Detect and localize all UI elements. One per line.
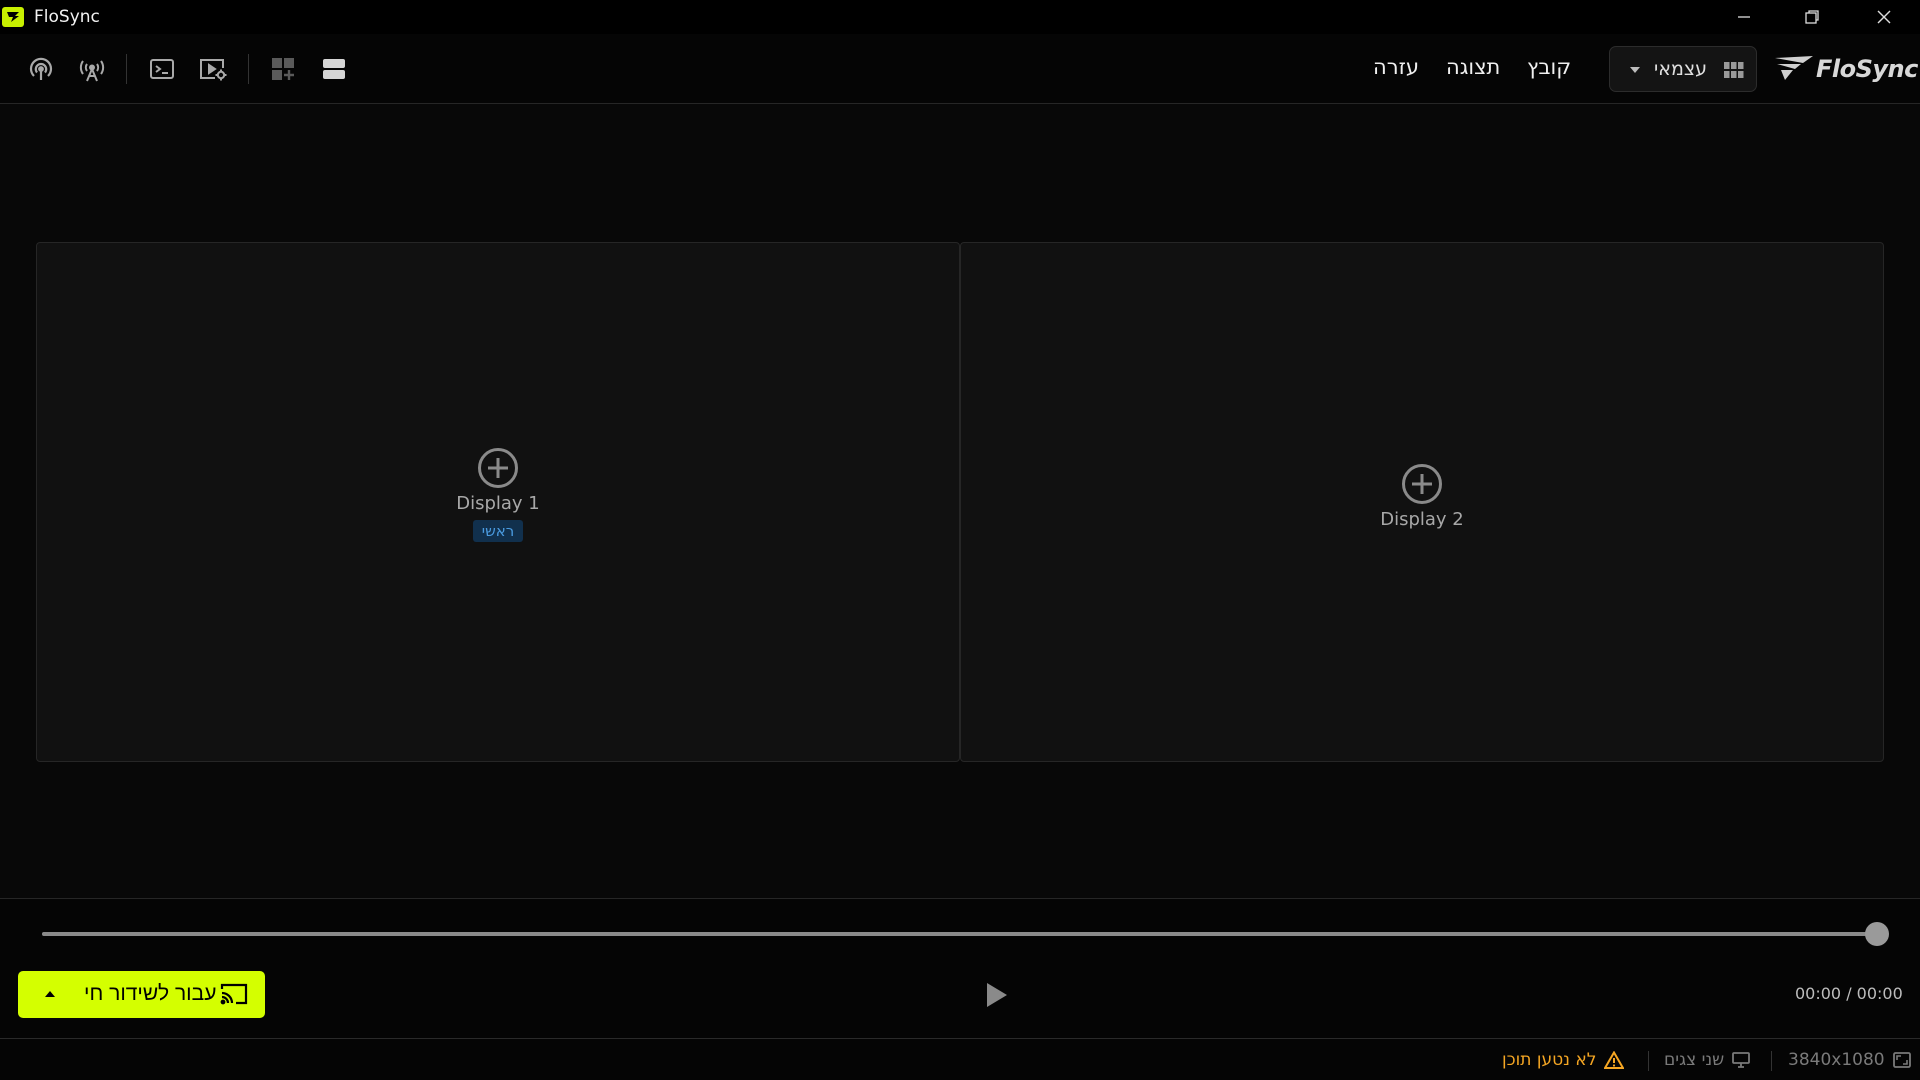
podcast-button[interactable]: [24, 52, 58, 86]
toolbar-divider: [248, 54, 249, 84]
display-name: Display 2: [1380, 509, 1464, 530]
caret-up-icon: [45, 991, 55, 997]
cast-icon: [220, 983, 248, 1005]
menu-view[interactable]: תצוגה: [1446, 55, 1500, 79]
close-icon: [1877, 10, 1891, 24]
status-divider: [1648, 1051, 1649, 1071]
logo: FloSync: [1773, 52, 1918, 86]
add-grid-icon: [272, 58, 294, 80]
add-circle-icon[interactable]: [1401, 463, 1443, 505]
minimize-icon: [1738, 16, 1750, 18]
go-live-button[interactable]: עבור לשידור חי: [18, 971, 265, 1018]
warning-label: לא נטען תוכן: [1502, 1050, 1597, 1070]
chevron-down-icon: [1630, 67, 1640, 73]
timeline-knob[interactable]: [1865, 922, 1889, 946]
display-name: Display 1: [456, 493, 540, 514]
restore-icon: [1805, 10, 1819, 24]
player-controls: עבור לשידור חי 00:00 / 00:00: [0, 898, 1920, 1038]
restore-button[interactable]: [1778, 0, 1846, 34]
warning-icon: [1604, 1051, 1625, 1069]
no-content-warning: לא נטען תוכן: [1502, 1050, 1625, 1070]
status-divider: [1771, 1051, 1772, 1071]
app-icon: [2, 7, 24, 27]
resolution-label: 3840x1080: [1788, 1050, 1885, 1070]
display-panel-content: Display 1 ראשי: [37, 447, 959, 542]
mode-select[interactable]: עצמאי: [1609, 46, 1757, 92]
broadcast-tower-icon: [79, 60, 105, 82]
resolution-status: 3840x1080: [1788, 1050, 1911, 1070]
podcast-icon: [29, 57, 53, 80]
terminal-icon: [150, 59, 174, 79]
toolbar-divider: [126, 54, 127, 84]
timeline-track[interactable]: [42, 932, 1878, 936]
logo-text: FloSync: [1816, 55, 1918, 83]
flosync-logo-icon: [1775, 56, 1813, 80]
video-settings-icon: [200, 59, 227, 81]
menu-file[interactable]: קובץ: [1527, 55, 1571, 79]
monitor-icon: [1732, 1052, 1751, 1068]
title-bar: FloSync: [0, 0, 1920, 34]
screens-label: שני צגים: [1664, 1050, 1725, 1070]
screens-status: שני צגים: [1664, 1050, 1751, 1070]
mode-select-value: עצמאי: [1654, 58, 1708, 80]
add-circle-icon[interactable]: [477, 447, 519, 489]
menu-help[interactable]: עזרה: [1373, 55, 1419, 79]
minimize-button[interactable]: [1710, 0, 1778, 34]
window-title: FloSync: [34, 7, 100, 27]
timeline-progress: [42, 932, 1878, 936]
go-live-label: עבור לשידור חי: [84, 982, 217, 1005]
display-panel-1[interactable]: Display 1 ראשי: [36, 242, 960, 762]
time-readout: 00:00 / 00:00: [1795, 984, 1903, 1003]
toolbar: עזרה תצוגה קובץ עצמאי FloSync: [0, 34, 1920, 104]
add-grid-button[interactable]: [266, 52, 300, 86]
status-bar: לא נטען תוכן שני צגים 3840x1080: [0, 1038, 1920, 1080]
broadcast-button[interactable]: [75, 52, 109, 86]
rows-layout-icon: [323, 59, 345, 79]
play-icon: [987, 983, 1007, 1007]
video-settings-button[interactable]: [196, 52, 230, 86]
terminal-button[interactable]: [145, 52, 179, 86]
primary-badge: ראשי: [472, 520, 524, 542]
rows-layout-button[interactable]: [317, 52, 351, 86]
display-panel-2[interactable]: Display 2: [960, 242, 1884, 762]
close-button[interactable]: [1850, 0, 1918, 34]
display-panel-content: Display 2: [961, 463, 1883, 530]
aspect-ratio-icon: [1892, 1052, 1911, 1068]
play-button[interactable]: [980, 978, 1014, 1012]
grid-icon: [1724, 62, 1744, 78]
